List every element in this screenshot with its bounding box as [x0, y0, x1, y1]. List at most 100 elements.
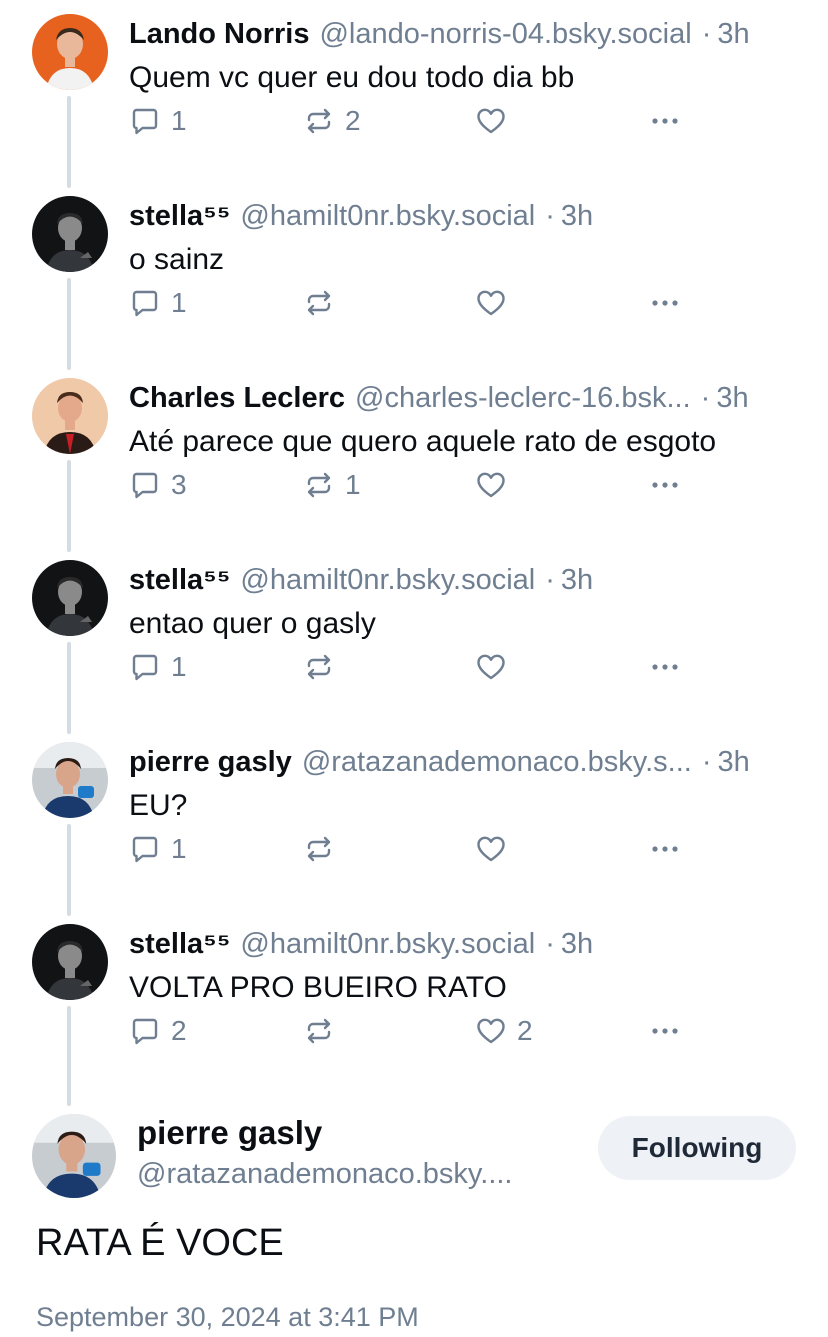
author-name[interactable]: stella⁵⁵ — [129, 564, 230, 597]
repost-icon — [303, 1015, 335, 1047]
reply-button[interactable]: 1 — [129, 282, 187, 324]
main-author-name[interactable]: pierre gasly — [137, 1114, 322, 1152]
thread-post[interactable]: stella⁵⁵ @hamilt0nr.bsky.social · 3h ent… — [0, 546, 828, 728]
author-handle[interactable]: @hamilt0nr.bsky.social — [240, 200, 535, 233]
reply-button[interactable]: 2 — [129, 1010, 187, 1052]
post-actions: 1 — [129, 828, 709, 870]
post-actions: 3 1 — [129, 464, 709, 506]
avatar[interactable] — [32, 1114, 116, 1198]
like-button[interactable]: 2 — [475, 1010, 533, 1052]
post-text: Quem vc quer eu dou todo dia bb — [129, 61, 575, 94]
post-time[interactable]: 3h — [561, 928, 593, 961]
reply-button[interactable]: 1 — [129, 828, 187, 870]
author-name[interactable]: Lando Norris — [129, 18, 309, 51]
repost-icon — [303, 105, 335, 137]
like-count: 2 — [517, 1015, 533, 1046]
repost-icon — [303, 833, 335, 865]
avatar[interactable] — [32, 378, 108, 454]
more-options-button[interactable] — [649, 464, 681, 506]
heart-icon — [475, 287, 507, 319]
reply-count: 1 — [171, 287, 187, 318]
post-header: stella⁵⁵ @hamilt0nr.bsky.social · 3h — [129, 560, 810, 600]
more-options-button[interactable] — [649, 646, 681, 688]
separator-dot: · — [701, 17, 712, 50]
thread-post[interactable]: Lando Norris @lando-norris-04.bsky.socia… — [0, 0, 828, 182]
post-actions: 1 — [129, 646, 709, 688]
following-button[interactable]: Following — [598, 1116, 796, 1180]
post-actions: 1 2 — [129, 100, 709, 142]
repost-button[interactable] — [303, 646, 345, 688]
author-name[interactable]: stella⁵⁵ — [129, 928, 230, 961]
author-name[interactable]: stella⁵⁵ — [129, 200, 230, 233]
post-header: stella⁵⁵ @hamilt0nr.bsky.social · 3h — [129, 924, 810, 964]
post-text: EU? — [129, 789, 188, 822]
heart-icon — [475, 105, 507, 137]
more-icon — [649, 105, 681, 137]
post-header: Lando Norris @lando-norris-04.bsky.socia… — [129, 14, 810, 54]
more-options-button[interactable] — [649, 100, 681, 142]
post-text: o sainz — [129, 243, 225, 276]
like-button[interactable] — [475, 828, 517, 870]
reply-icon — [129, 1015, 161, 1047]
post-time[interactable]: 3h — [718, 746, 750, 779]
more-icon — [649, 833, 681, 865]
reply-icon — [129, 287, 161, 319]
avatar[interactable] — [32, 742, 108, 818]
thread-post[interactable]: stella⁵⁵ @hamilt0nr.bsky.social · 3h o s… — [0, 182, 828, 364]
more-icon — [649, 287, 681, 319]
author-handle[interactable]: @hamilt0nr.bsky.social — [240, 928, 535, 961]
reply-count: 1 — [171, 833, 187, 864]
post-time[interactable]: 3h — [561, 200, 593, 233]
post-text: entao quer o gasly — [129, 607, 376, 640]
more-options-button[interactable] — [649, 282, 681, 324]
separator-dot: · — [545, 199, 555, 232]
author-handle[interactable]: @ratazanademonaco.bsky.s... — [302, 746, 692, 779]
avatar[interactable] — [32, 196, 108, 272]
post-date[interactable]: September 30, 2024 at 3:41 PM — [36, 1302, 419, 1333]
like-button[interactable] — [475, 282, 517, 324]
reply-count: 1 — [171, 105, 187, 136]
author-name[interactable]: pierre gasly — [129, 746, 292, 779]
author-handle[interactable]: @hamilt0nr.bsky.social — [240, 564, 535, 597]
thread-post[interactable]: Charles Leclerc @charles-leclerc-16.bsk.… — [0, 364, 828, 546]
repost-button[interactable] — [303, 282, 345, 324]
post-time[interactable]: 3h — [561, 564, 593, 597]
reply-button[interactable]: 1 — [129, 646, 187, 688]
post-time[interactable]: 3h — [716, 382, 748, 415]
repost-button[interactable] — [303, 1010, 345, 1052]
repost-button[interactable]: 2 — [303, 100, 361, 142]
more-icon — [649, 651, 681, 683]
reply-button[interactable]: 3 — [129, 464, 187, 506]
post-header: Charles Leclerc @charles-leclerc-16.bsk.… — [129, 378, 810, 418]
author-name[interactable]: Charles Leclerc — [129, 382, 345, 415]
post-header: pierre gasly @ratazanademonaco.bsky.s...… — [129, 742, 810, 782]
more-options-button[interactable] — [649, 828, 681, 870]
avatar[interactable] — [32, 924, 108, 1000]
more-icon — [649, 1015, 681, 1047]
separator-dot: · — [701, 745, 712, 778]
thread-post[interactable]: stella⁵⁵ @hamilt0nr.bsky.social · 3h VOL… — [0, 910, 828, 1092]
heart-icon — [475, 1015, 507, 1047]
reply-icon — [129, 469, 161, 501]
like-button[interactable] — [475, 100, 517, 142]
repost-button[interactable] — [303, 828, 345, 870]
reply-icon — [129, 651, 161, 683]
separator-dot: · — [545, 563, 555, 596]
reply-button[interactable]: 1 — [129, 100, 187, 142]
avatar[interactable] — [32, 560, 108, 636]
author-handle[interactable]: @lando-norris-04.bsky.social — [319, 18, 691, 51]
thread-post[interactable]: pierre gasly @ratazanademonaco.bsky.s...… — [0, 728, 828, 910]
more-options-button[interactable] — [649, 1010, 681, 1052]
reply-count: 1 — [171, 651, 187, 682]
author-handle[interactable]: @charles-leclerc-16.bsk... — [355, 382, 691, 415]
repost-button[interactable]: 1 — [303, 464, 361, 506]
post-actions: 2 2 — [129, 1010, 709, 1052]
avatar[interactable] — [32, 14, 108, 90]
main-post-text: RATA É VOCE — [36, 1222, 284, 1264]
heart-icon — [475, 651, 507, 683]
like-button[interactable] — [475, 646, 517, 688]
heart-icon — [475, 833, 507, 865]
like-button[interactable] — [475, 464, 517, 506]
main-author-handle[interactable]: @ratazanademonaco.bsky.... — [137, 1158, 513, 1191]
post-time[interactable]: 3h — [717, 18, 749, 51]
